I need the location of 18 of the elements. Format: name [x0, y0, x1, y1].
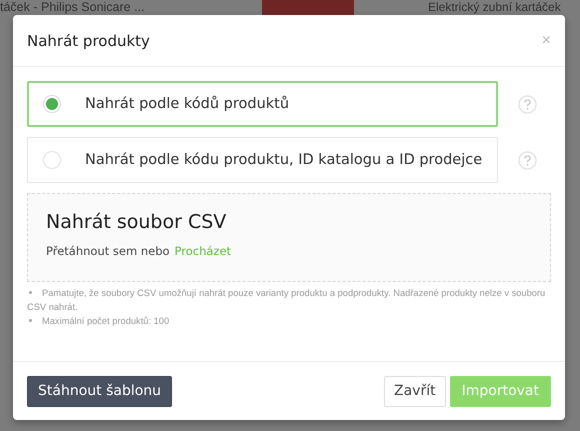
bullet-icon [29, 291, 32, 294]
bullet-icon [29, 319, 32, 322]
radio-button[interactable] [43, 151, 61, 169]
radio-button[interactable] [43, 95, 61, 113]
help-icon[interactable] [518, 94, 537, 114]
file-dropzone[interactable]: Nahrát soubor CSV Přetáhnout sem nebo Procházet [27, 193, 551, 282]
help-icon[interactable] [518, 150, 537, 170]
radio-option[interactable]: Nahrát podle kódů produktů [27, 81, 498, 127]
note-text: Pamatujte, že soubory CSV umožňují nahrát pouze varianty produktu a podprodukty. Nadřazené produkty nelze v souboru CSV nahrát. [27, 287, 546, 314]
dropzone-title: Nahrát soubor CSV [46, 211, 228, 233]
dropzone-hint: Přetáhnout sem nebo [46, 244, 170, 258]
background-text: Elektrický zubní kartáček [428, 0, 561, 15]
close-dialog-button[interactable]: Zavřít [384, 376, 446, 406]
modal-title: Nahrát produkty [27, 32, 150, 50]
download-template-button[interactable]: Stáhnout šablonu [27, 376, 172, 406]
radio-option[interactable]: Nahrát podle kódu produktu, ID katalogu a ID prodejce [27, 137, 498, 183]
background-text: táček - Philips Sonicare ... [0, 0, 146, 15]
note-text: Maximální počet produktů: 100 [27, 314, 551, 328]
